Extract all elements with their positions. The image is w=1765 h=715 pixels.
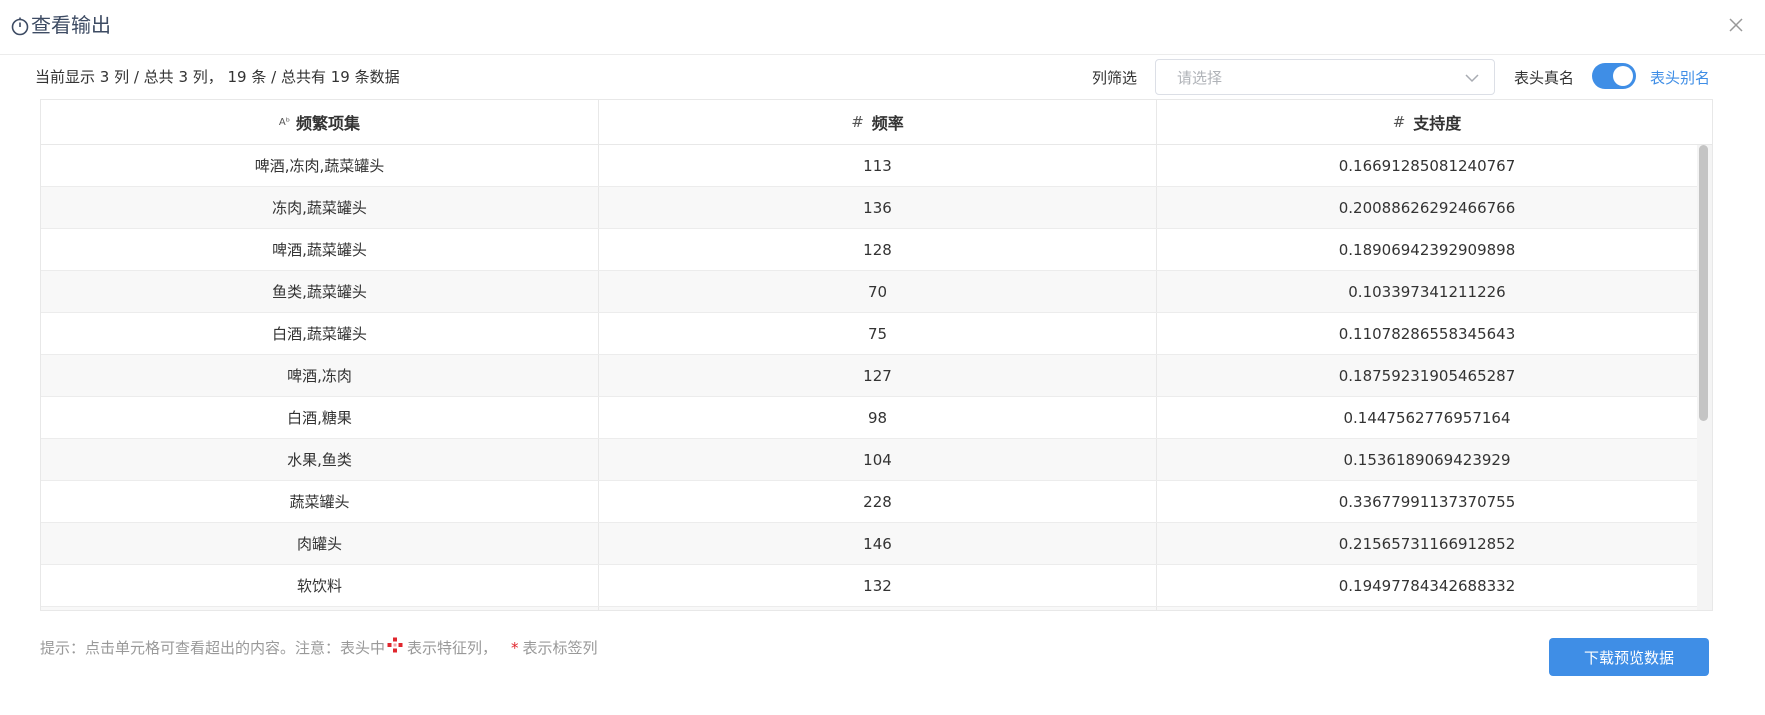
table-row: 水果,鱼类 104 0.1536189069423929 xyxy=(41,439,1697,481)
dialog-title: 查看输出 xyxy=(31,13,111,37)
table-row xyxy=(41,607,1697,610)
table-cell[interactable]: 75 xyxy=(599,313,1157,354)
number-type-icon: # xyxy=(851,113,864,131)
table-row: 啤酒,蔬菜罐头 128 0.18906942392909898 xyxy=(41,229,1697,271)
text-type-icon: Aᵇ xyxy=(278,116,291,128)
table-cell[interactable]: 冻肉,蔬菜罐头 xyxy=(41,187,599,228)
table-cell[interactable]: 127 xyxy=(599,355,1157,396)
table-row: 软饮料 132 0.19497784342688332 xyxy=(41,565,1697,607)
header-realname-label: 表头真名 xyxy=(1514,69,1575,87)
table-hint: 提示：点击单元格可查看超出的内容。注意：表头中 表示特征列， * 表示标签列 xyxy=(40,637,598,658)
dialog-header: 查看输出 xyxy=(0,0,1765,55)
table-row: 鱼类,蔬菜罐头 70 0.103397341211226 xyxy=(41,271,1697,313)
table-cell[interactable]: 146 xyxy=(599,523,1157,564)
timer-icon xyxy=(11,17,29,36)
row-count-info: 当前显示 3 列 / 总共 3 列， 19 条 / 总共有 19 条数据 xyxy=(35,68,400,86)
table-cell[interactable]: 0.33677991137370755 xyxy=(1157,481,1697,522)
column-header-label: 频率 xyxy=(871,114,904,133)
column-header-label: 支持度 xyxy=(1413,114,1462,133)
table-cell[interactable]: 0.18906942392909898 xyxy=(1157,229,1697,270)
table-cell[interactable]: 水果,鱼类 xyxy=(41,439,599,480)
table-row: 啤酒,冻肉,蔬菜罐头 113 0.16691285081240767 xyxy=(41,145,1697,187)
table-cell[interactable] xyxy=(599,607,1157,610)
toggle-knob xyxy=(1613,66,1633,86)
table-cell[interactable]: 啤酒,冻肉,蔬菜罐头 xyxy=(41,145,599,186)
table-cell[interactable]: 70 xyxy=(599,271,1157,312)
table-row: 白酒,蔬菜罐头 75 0.11078286558345643 xyxy=(41,313,1697,355)
scrollbar-thumb[interactable] xyxy=(1699,145,1708,421)
table-cell[interactable]: 0.21565731166912852 xyxy=(1157,523,1697,564)
table-cell[interactable]: 软饮料 xyxy=(41,565,599,606)
table-toolbar: 当前显示 3 列 / 总共 3 列， 19 条 / 总共有 19 条数据 列筛选… xyxy=(0,55,1765,99)
table-cell[interactable]: 0.18759231905465287 xyxy=(1157,355,1697,396)
column-filter-select[interactable]: 请选择 xyxy=(1155,59,1495,95)
label-star-icon: * xyxy=(511,639,519,657)
column-filter-placeholder: 请选择 xyxy=(1177,69,1223,87)
column-header-itemset[interactable]: Aᵇ 频繁项集 xyxy=(41,100,599,144)
view-output-dialog: 查看输出 当前显示 3 列 / 总共 3 列， 19 条 / 总共有 19 条数… xyxy=(0,0,1765,715)
table-cell[interactable]: 啤酒,冻肉 xyxy=(41,355,599,396)
table-cell[interactable]: 0.20088626292466766 xyxy=(1157,187,1697,228)
table-row: 白酒,糖果 98 0.1447562776957164 xyxy=(41,397,1697,439)
table-cell[interactable]: 104 xyxy=(599,439,1157,480)
hint-label: 表示标签列 xyxy=(522,639,598,657)
close-icon[interactable] xyxy=(1723,12,1749,38)
table-cell[interactable] xyxy=(41,607,599,610)
table-cell[interactable]: 0.16691285081240767 xyxy=(1157,145,1697,186)
output-table: Aᵇ 频繁项集 # 频率 # 支持度 啤酒,冻肉,蔬菜罐头 113 0.1669… xyxy=(40,99,1713,611)
table-row: 蔬菜罐头 228 0.33677991137370755 xyxy=(41,481,1697,523)
table-cell[interactable]: 鱼类,蔬菜罐头 xyxy=(41,271,599,312)
column-header-label: 频繁项集 xyxy=(296,114,361,133)
number-type-icon: # xyxy=(1392,113,1406,131)
table-row: 肉罐头 146 0.21565731166912852 xyxy=(41,523,1697,565)
header-alias-label[interactable]: 表头别名 xyxy=(1650,68,1710,88)
table-cell[interactable]: 0.1447562776957164 xyxy=(1157,397,1697,438)
download-preview-button[interactable]: 下载预览数据 xyxy=(1549,638,1709,676)
table-cell[interactable]: 肉罐头 xyxy=(41,523,599,564)
table-body: 啤酒,冻肉,蔬菜罐头 113 0.16691285081240767 冻肉,蔬菜… xyxy=(41,145,1697,610)
table-cell[interactable]: 0.11078286558345643 xyxy=(1157,313,1697,354)
header-name-toggle[interactable] xyxy=(1592,63,1636,89)
table-cell[interactable]: 136 xyxy=(599,187,1157,228)
table-row: 冻肉,蔬菜罐头 136 0.20088626292466766 xyxy=(41,187,1697,229)
vertical-scrollbar[interactable] xyxy=(1697,145,1712,610)
column-filter-label: 列筛选 xyxy=(1092,69,1138,87)
column-header-frequency[interactable]: # 频率 xyxy=(599,100,1157,144)
table-header: Aᵇ 频繁项集 # 频率 # 支持度 xyxy=(41,100,1712,145)
table-cell[interactable]: 228 xyxy=(599,481,1157,522)
chevron-down-icon xyxy=(1465,74,1479,83)
table-cell[interactable]: 蔬菜罐头 xyxy=(41,481,599,522)
column-header-support[interactable]: # 支持度 xyxy=(1157,100,1697,144)
table-cell[interactable] xyxy=(1157,607,1697,610)
table-row: 啤酒,冻肉 127 0.18759231905465287 xyxy=(41,355,1697,397)
hint-feature: 表示特征列， xyxy=(407,639,498,657)
table-cell[interactable]: 0.1536189069423929 xyxy=(1157,439,1697,480)
table-cell[interactable]: 113 xyxy=(599,145,1157,186)
table-cell[interactable]: 98 xyxy=(599,397,1157,438)
table-cell[interactable]: 132 xyxy=(599,565,1157,606)
table-cell[interactable]: 128 xyxy=(599,229,1157,270)
table-cell[interactable]: 0.19497784342688332 xyxy=(1157,565,1697,606)
hint-prefix: 提示：点击单元格可查看超出的内容。注意：表头中 xyxy=(40,639,386,657)
feature-column-icon xyxy=(387,637,403,653)
table-cell[interactable]: 白酒,蔬菜罐头 xyxy=(41,313,599,354)
table-cell[interactable]: 白酒,糖果 xyxy=(41,397,599,438)
table-cell[interactable]: 啤酒,蔬菜罐头 xyxy=(41,229,599,270)
table-cell[interactable]: 0.103397341211226 xyxy=(1157,271,1697,312)
